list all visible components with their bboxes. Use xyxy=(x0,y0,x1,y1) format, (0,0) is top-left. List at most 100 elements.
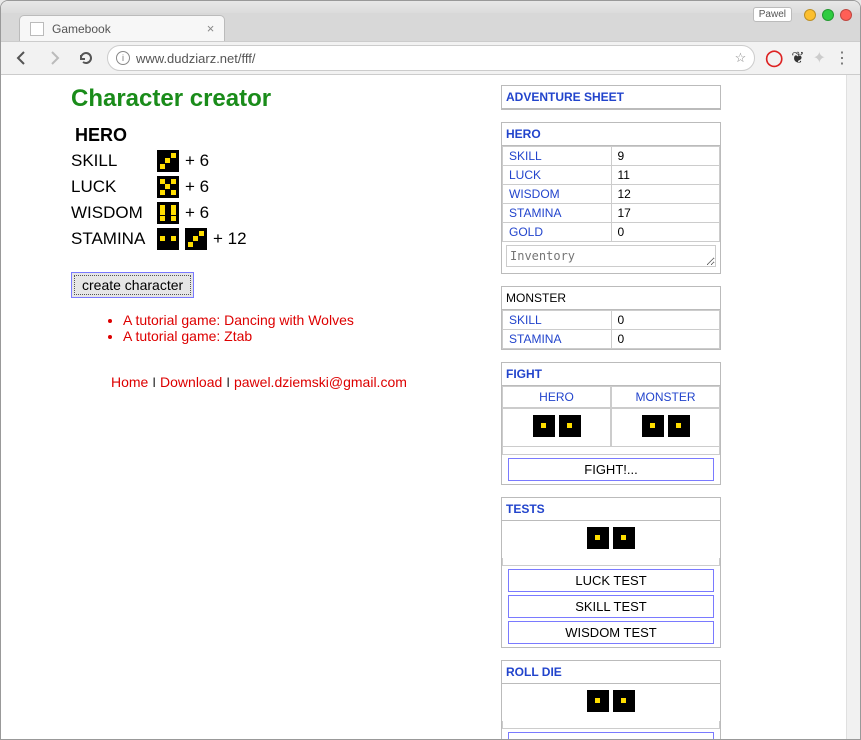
separator: I xyxy=(226,374,234,390)
fight-panel: FIGHT HERO MONSTER FIGHT!... xyxy=(501,362,721,485)
ext-icon[interactable]: ✦ xyxy=(813,48,826,68)
luck-test-button[interactable]: LUCK TEST xyxy=(508,569,714,592)
close-button[interactable] xyxy=(840,9,852,21)
footer-links: Home I Download I pawel.dziemski@gmail.c… xyxy=(71,374,471,390)
email-link[interactable]: pawel.dziemski@gmail.com xyxy=(234,374,407,390)
game-link[interactable]: A tutorial game: Ztab xyxy=(123,328,252,344)
monster-panel: MONSTER SKILL0 STAMINA0 xyxy=(501,286,721,350)
wisdom-bonus: + 6 xyxy=(185,203,209,223)
character-creator-panel: Character creator HERO SKILL + 6 LUCK + … xyxy=(71,85,471,390)
stat-value: 9 xyxy=(611,147,720,166)
url-box[interactable]: i www.dudziarz.net/fff/ ☆ xyxy=(107,45,755,71)
inventory-textarea[interactable] xyxy=(506,245,716,267)
monster-title: MONSTER xyxy=(502,287,720,310)
table-row: SKILL9 xyxy=(503,147,720,166)
page-title: Character creator xyxy=(71,85,471,113)
page-icon xyxy=(30,22,44,36)
stat-label: STAMINA xyxy=(503,204,612,223)
separator: I xyxy=(152,374,160,390)
address-bar: i www.dudziarz.net/fff/ ☆ ◯ ❦ ✦ ⋮ xyxy=(1,41,860,75)
die-icon xyxy=(613,527,635,549)
browser-window: Pawel Gamebook × i www.dudziarz.net/fff/… xyxy=(0,0,861,740)
close-tab-icon[interactable]: × xyxy=(207,21,215,36)
stamina-label: STAMINA xyxy=(71,229,151,249)
die-icon xyxy=(559,415,581,437)
die-icon xyxy=(157,202,179,224)
hero-title: HERO xyxy=(502,123,720,146)
table-row: GOLD0 xyxy=(503,223,720,242)
die-icon xyxy=(157,150,179,172)
adventure-sheet-column: ADVENTURE SHEET HERO SKILL9 LUCK11 WISDO… xyxy=(501,85,721,739)
stamina-bonus: + 12 xyxy=(213,229,247,249)
window-controls xyxy=(804,9,852,21)
adventure-sheet-title: ADVENTURE SHEET xyxy=(502,86,720,109)
browser-tab[interactable]: Gamebook × xyxy=(19,15,225,41)
home-link[interactable]: Home xyxy=(111,374,148,390)
wisdom-test-button[interactable]: WISDOM TEST xyxy=(508,621,714,644)
list-item: A tutorial game: Dancing with Wolves xyxy=(123,312,471,328)
fight-title: FIGHT xyxy=(502,363,720,386)
back-button[interactable] xyxy=(11,47,33,69)
stat-value: 0 xyxy=(611,311,720,330)
tests-title: TESTS xyxy=(502,498,720,521)
hero-panel: HERO SKILL9 LUCK11 WISDOM12 STAMINA17 GO… xyxy=(501,122,721,274)
stat-label: GOLD xyxy=(503,223,612,242)
fight-monster-header: MONSTER xyxy=(611,386,720,408)
site-info-icon[interactable]: i xyxy=(116,51,130,65)
die-icon xyxy=(613,690,635,712)
die-icon xyxy=(533,415,555,437)
die-icon xyxy=(157,176,179,198)
die-icon xyxy=(587,690,609,712)
stat-stamina: STAMINA + 12 xyxy=(71,228,471,250)
tab-bar: Gamebook × xyxy=(1,13,860,41)
download-link[interactable]: Download xyxy=(160,374,222,390)
maximize-button[interactable] xyxy=(822,9,834,21)
menu-icon[interactable]: ⋮ xyxy=(834,48,850,68)
stat-value: 0 xyxy=(611,330,720,349)
hero-stats-table: SKILL9 LUCK11 WISDOM12 STAMINA17 GOLD0 xyxy=(502,146,720,242)
minimize-button[interactable] xyxy=(804,9,816,21)
fight-headers: HERO MONSTER xyxy=(502,386,720,408)
scrollbar[interactable] xyxy=(846,75,860,739)
stat-luck: LUCK + 6 xyxy=(71,176,471,198)
die-icon xyxy=(185,228,207,250)
profile-badge[interactable]: Pawel xyxy=(753,7,792,22)
luck-bonus: + 6 xyxy=(185,177,209,197)
skill-label: SKILL xyxy=(71,151,151,171)
roll-title: ROLL DIE xyxy=(502,661,720,684)
ublock-icon[interactable]: ◯ xyxy=(765,48,783,68)
table-row: STAMINA0 xyxy=(503,330,720,349)
list-item: A tutorial game: Ztab xyxy=(123,328,471,344)
fight-button[interactable]: FIGHT!... xyxy=(508,458,714,481)
toolbar-extensions: ◯ ❦ ✦ ⋮ xyxy=(765,48,850,68)
roll-one-button[interactable]: ROLL ONE DIE xyxy=(508,732,714,739)
die-icon xyxy=(157,228,179,250)
monster-stats-table: SKILL0 STAMINA0 xyxy=(502,310,720,349)
create-character-button[interactable]: create character xyxy=(71,272,194,298)
stat-value: 12 xyxy=(611,185,720,204)
stat-label: SKILL xyxy=(503,311,612,330)
stat-label: LUCK xyxy=(503,166,612,185)
forward-button xyxy=(43,47,65,69)
skill-test-button[interactable]: SKILL TEST xyxy=(508,595,714,618)
game-link[interactable]: A tutorial game: Dancing with Wolves xyxy=(123,312,354,328)
stat-value: 0 xyxy=(611,223,720,242)
star-icon[interactable]: ☆ xyxy=(735,50,747,66)
roll-panel: ROLL DIE ROLL ONE DIE ROLL TWO DICE xyxy=(501,660,721,739)
tab-title: Gamebook xyxy=(52,22,111,36)
die-icon xyxy=(642,415,664,437)
die-icon xyxy=(587,527,609,549)
url-text: www.dudziarz.net/fff/ xyxy=(136,51,255,66)
adventure-sheet-panel: ADVENTURE SHEET xyxy=(501,85,721,110)
tests-panel: TESTS LUCK TEST SKILL TEST WISDOM TEST xyxy=(501,497,721,648)
fight-hero-header: HERO xyxy=(502,386,611,408)
die-icon xyxy=(668,415,690,437)
gnome-icon[interactable]: ❦ xyxy=(791,48,804,68)
reload-button[interactable] xyxy=(75,47,97,69)
stat-value: 11 xyxy=(611,166,720,185)
table-row: SKILL0 xyxy=(503,311,720,330)
stat-label: STAMINA xyxy=(503,330,612,349)
wisdom-label: WISDOM xyxy=(71,203,151,223)
fight-dice-row xyxy=(502,408,720,447)
table-row: WISDOM12 xyxy=(503,185,720,204)
